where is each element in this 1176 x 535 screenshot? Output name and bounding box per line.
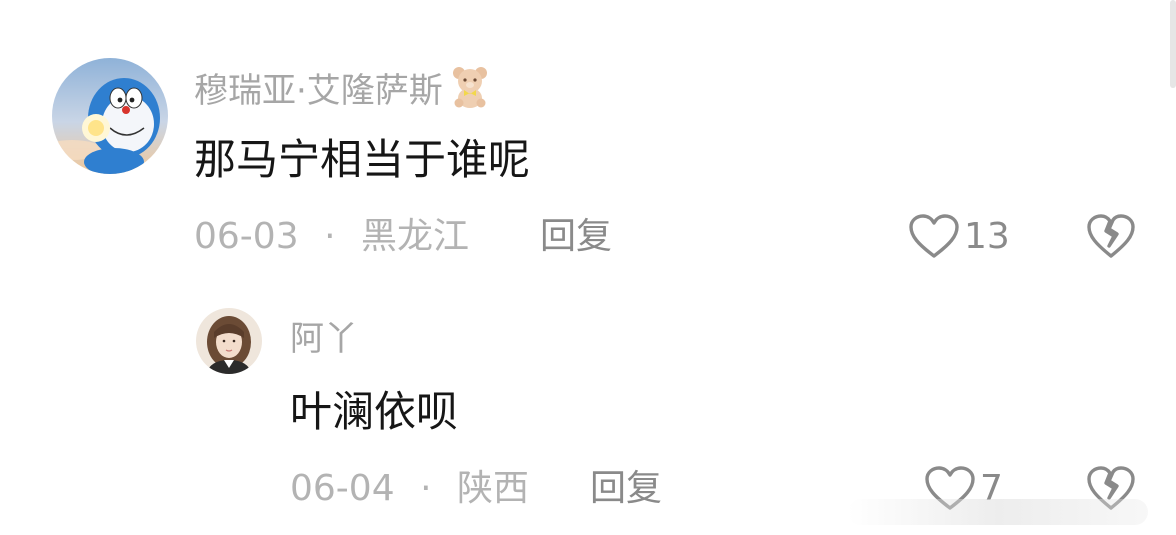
- avatar[interactable]: [52, 58, 168, 174]
- reply-comment-item: 阿丫 叶澜依呗 06-04 · 陕西 回复 7: [0, 270, 1176, 535]
- username[interactable]: 穆瑞亚·艾隆萨斯: [194, 64, 491, 111]
- comment-location: 陕西: [456, 468, 529, 509]
- meta-separator: ·: [420, 468, 432, 509]
- broken-heart-icon: [1086, 214, 1136, 264]
- like-button[interactable]: 13: [908, 212, 1010, 262]
- comment-date: 06-03: [194, 216, 299, 257]
- teddy-bear-icon: [449, 65, 491, 109]
- username[interactable]: 阿丫: [290, 312, 358, 359]
- username-text: 穆瑞亚·艾隆萨斯: [194, 70, 443, 111]
- comment-text: 叶澜依呗: [290, 387, 459, 436]
- comment-date: 06-04: [290, 468, 395, 509]
- avatar[interactable]: [196, 308, 262, 374]
- comment-meta: 06-03 · 黑龙江: [194, 212, 469, 262]
- meta-separator: ·: [324, 216, 336, 257]
- watermark: [848, 499, 1148, 525]
- comment-meta: 06-04 · 陕西: [290, 464, 529, 514]
- reply-button[interactable]: 回复: [590, 464, 662, 514]
- comment-location: 黑龙江: [360, 216, 469, 257]
- comment-text: 那马宁相当于谁呢: [194, 135, 531, 184]
- comment-item: 穆瑞亚·艾隆萨斯 那马宁相当于谁呢 06-03 · 黑龙江 回复 13: [0, 0, 1176, 270]
- dislike-button[interactable]: [1086, 214, 1136, 260]
- heart-icon: [908, 214, 960, 260]
- reply-button[interactable]: 回复: [540, 212, 612, 262]
- like-count: 13: [964, 216, 1010, 257]
- username-text: 阿丫: [290, 318, 358, 359]
